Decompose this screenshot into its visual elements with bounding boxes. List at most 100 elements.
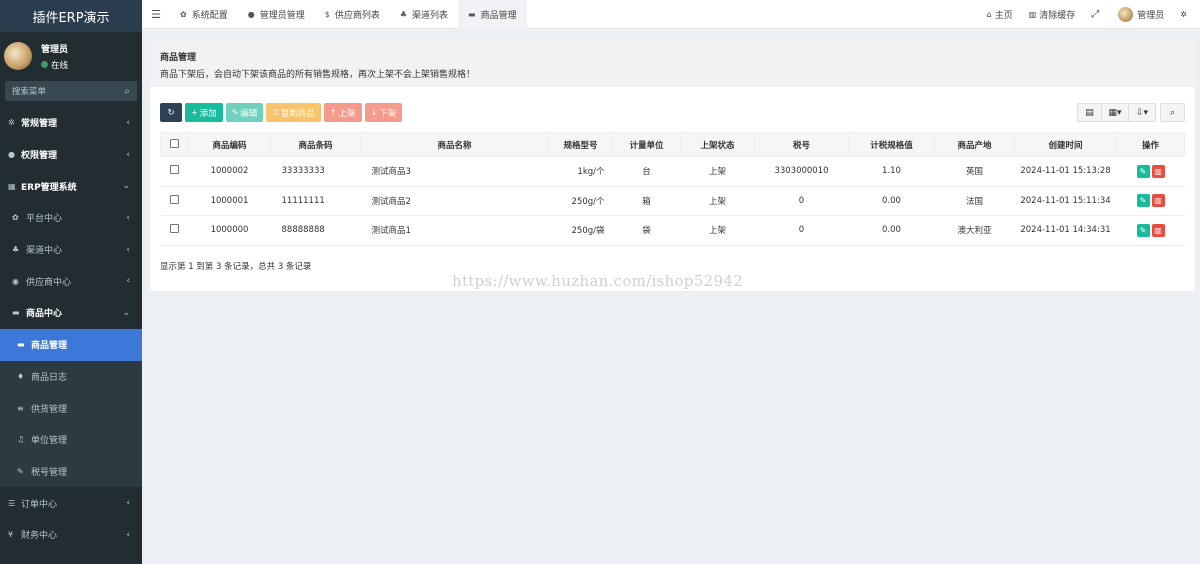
col-header[interactable]: 规格型号	[548, 132, 613, 157]
col-header[interactable]: 计税规格值	[848, 132, 935, 157]
columns-icon: ▦▾	[1108, 107, 1122, 118]
cell-taxval: 0.00	[848, 186, 935, 216]
table-row[interactable]: 1000001 11111111 测试商品2 250g/个 箱 上架 0 0.0…	[160, 186, 1185, 216]
col-header[interactable]: 税号	[754, 132, 849, 157]
cell-status: 上架	[680, 215, 755, 246]
shelf-up-button[interactable]: ↑ 上架	[323, 103, 362, 122]
sidebar-item-goods-log[interactable]: ♦ 商品日志	[0, 360, 142, 393]
delete-row-button[interactable]: ▥	[1151, 194, 1165, 208]
gears-icon: ✲	[8, 118, 15, 128]
sidebar-item-erp[interactable]: ▦ ERP管理系统 ⌄	[0, 170, 142, 202]
checkbox[interactable]	[170, 194, 179, 204]
table-row[interactable]: 1000002 33333333 测试商品3 1kg/个 台 上架 330300…	[160, 156, 1185, 187]
music-icon: ♫	[17, 435, 25, 445]
yen-icon: ¥	[8, 530, 14, 540]
checkbox[interactable]	[170, 138, 179, 148]
cell-actions: ✎ ▥	[1116, 156, 1185, 187]
checkbox[interactable]	[170, 165, 179, 175]
dollar-icon: $	[324, 9, 330, 19]
card-view-icon: ▤	[1085, 107, 1094, 118]
gear-icon: ✿	[12, 213, 19, 223]
search-icon[interactable]: ⌕	[124, 86, 130, 97]
topbar: ☰ ✿ 系统配置 ● 管理员管理 $ 供应商列表 ♣ 渠道列表 ▬ 商品管理 ⌂ 主页 ▥ 清…	[142, 0, 1200, 29]
clear-cache-button[interactable]: ▥ 清除缓存	[1021, 8, 1084, 21]
arrow-down-icon: ↓	[370, 108, 378, 117]
cell-tax: 3303000010	[754, 156, 849, 187]
avatar	[1118, 7, 1134, 22]
brush-icon: ✎	[17, 466, 24, 476]
tab-supplier-list[interactable]: $ 供应商列表	[315, 0, 390, 29]
table-row[interactable]: 1000000 88888888 测试商品1 250g/袋 袋 上架 0 0.0…	[160, 215, 1185, 246]
settings-button[interactable]: ✲	[1172, 10, 1200, 19]
home-link[interactable]: ⌂ 主页	[979, 8, 1021, 21]
edit-button[interactable]: ✎ 编辑	[225, 103, 264, 122]
user-status-label: 在线	[51, 60, 69, 71]
col-header[interactable]: 商品名称	[360, 132, 549, 157]
edit-row-button[interactable]: ✎	[1136, 164, 1150, 178]
trash-icon: ▥	[1028, 10, 1037, 19]
row-checkbox[interactable]	[160, 215, 189, 246]
table-icon: ▦	[8, 181, 16, 191]
cell-spec: 250g/袋	[548, 215, 613, 246]
sidebar-item-finance[interactable]: ¥ 财务中心 ‹	[0, 519, 142, 551]
select-all-checkbox[interactable]	[160, 132, 189, 157]
menu-search-input[interactable]: 搜索菜单	[12, 85, 46, 97]
cell-status: 上架	[680, 186, 755, 216]
tab-goods-manage[interactable]: ▬ 商品管理	[458, 0, 527, 29]
gear-icon: ✿	[180, 9, 187, 19]
col-header[interactable]: 商品编码	[188, 132, 271, 157]
col-header[interactable]: 商品条码	[270, 132, 361, 157]
app-logo[interactable]: 插件ERP演示	[0, 0, 142, 32]
list-icon: ☰	[8, 498, 16, 508]
col-header[interactable]: 创建时间	[1014, 132, 1117, 157]
toolbar: ↻ + 添加 ✎ 编辑 ⤭ 复制商品 ↑ 上架 ↓ 下架	[160, 103, 405, 122]
table-tools: ▤ ▦▾ ⇩▾ ⌕	[1077, 103, 1185, 122]
tab-admin-manage[interactable]: ● 管理员管理	[238, 0, 315, 29]
cell-actions: ✎ ▥	[1116, 186, 1185, 216]
col-header[interactable]: 计量单位	[612, 132, 681, 157]
col-header[interactable]: 商品产地	[934, 132, 1015, 157]
home-icon: ⌂	[986, 10, 992, 19]
cell-barcode: 88888888	[270, 215, 361, 246]
row-checkbox[interactable]	[160, 186, 189, 216]
sidebar-item-supplier[interactable]: ◉ 供应商中心 ‹	[0, 265, 142, 298]
sidebar-item-order[interactable]: ☰ 订单中心 ‹	[0, 487, 142, 519]
checkbox[interactable]	[170, 224, 179, 234]
tab-system-config[interactable]: ✿ 系统配置	[170, 0, 238, 29]
pencil-icon: ✎	[231, 108, 239, 117]
col-header[interactable]: 上架状态	[680, 132, 755, 157]
cell-created: 2024-11-01 14:34:31	[1014, 215, 1117, 246]
export-button[interactable]: ⇩▾	[1129, 103, 1156, 122]
delete-row-button[interactable]: ▥	[1151, 223, 1165, 237]
sidebar-item-channel[interactable]: ♣ 渠道中心 ‹	[0, 233, 142, 266]
copy-goods-button[interactable]: ⤭ 复制商品	[266, 103, 321, 122]
admin-menu[interactable]: 管理员	[1110, 7, 1172, 22]
cell-taxval: 0.00	[848, 215, 935, 246]
sidebar-item-goods-center[interactable]: ▬ 商品中心 ⌄	[0, 297, 142, 329]
add-button[interactable]: + 添加	[185, 103, 223, 122]
toggle-view-button[interactable]: ▤	[1077, 103, 1102, 122]
fullscreen-button[interactable]: ⤢	[1083, 9, 1110, 20]
sidebar-item-goods-manage[interactable]: ▬ 商品管理	[0, 328, 142, 361]
cell-code: 1000001	[188, 186, 271, 216]
sidebar-item-supply[interactable]: ≡ 供货管理	[0, 392, 142, 424]
sidebar-item-unit[interactable]: ♫ 单位管理	[0, 423, 142, 456]
shelf-down-button[interactable]: ↓ 下架	[364, 103, 403, 122]
delete-row-button[interactable]: ▥	[1151, 164, 1165, 178]
sidebar-item-auth[interactable]: ● 权限管理 ‹	[0, 139, 142, 171]
sidebar-item-platform[interactable]: ✿ 平台中心 ‹	[0, 202, 142, 234]
cell-code: 1000000	[188, 215, 271, 246]
menu-search[interactable]: 搜索菜单 ⌕	[5, 81, 137, 101]
search-toggle-button[interactable]: ⌕	[1160, 103, 1185, 122]
hamburger-menu-icon[interactable]: ☰	[142, 8, 170, 21]
user-status: 在线	[41, 59, 68, 71]
sidebar-item-tax[interactable]: ✎ 税号管理	[0, 455, 142, 488]
sidebar-item-general[interactable]: ✲ 常规管理 ‹	[0, 107, 142, 139]
columns-button[interactable]: ▦▾	[1102, 103, 1129, 122]
row-checkbox[interactable]	[160, 156, 189, 187]
cell-status: 上架	[680, 156, 755, 187]
tab-channel-list[interactable]: ♣ 渠道列表	[390, 0, 458, 29]
edit-row-button[interactable]: ✎	[1136, 194, 1150, 208]
refresh-button[interactable]: ↻	[160, 103, 182, 122]
edit-row-button[interactable]: ✎	[1136, 223, 1150, 237]
